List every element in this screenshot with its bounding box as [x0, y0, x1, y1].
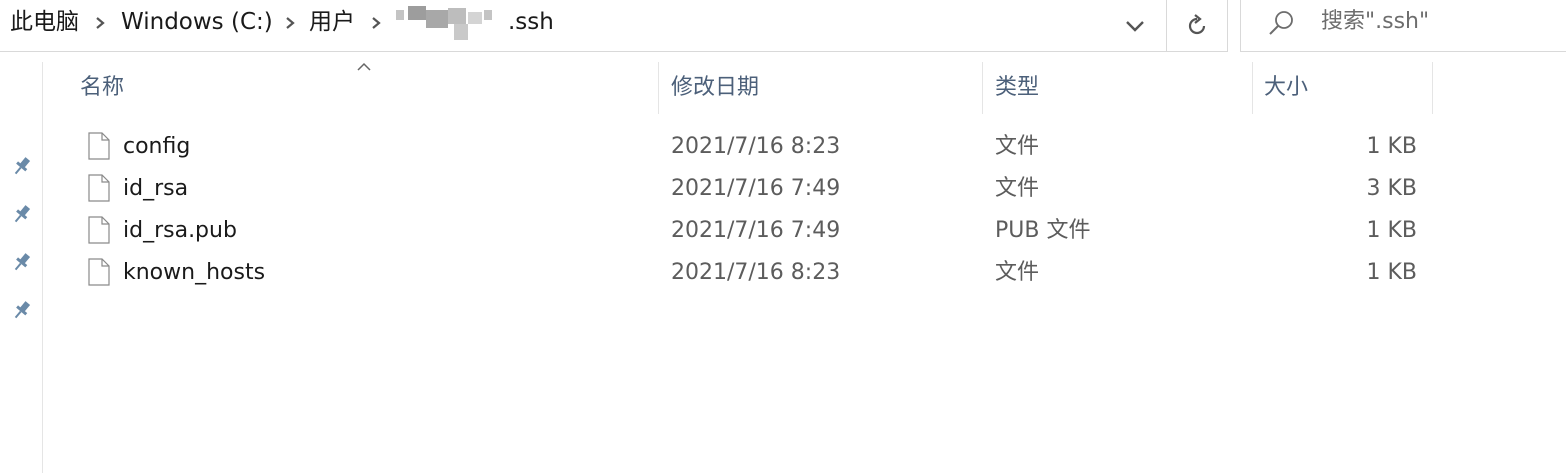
- navigation-pane[interactable]: [0, 62, 43, 473]
- pin-icon[interactable]: [10, 154, 34, 178]
- file-name[interactable]: config: [123, 126, 190, 168]
- file-icon: [88, 132, 110, 160]
- file-type: 文件: [995, 260, 1040, 285]
- file-row[interactable]: config 2021/7/16 8:23 文件 1 KB: [44, 126, 1566, 168]
- file-type: PUB 文件: [995, 218, 1091, 243]
- search-placeholder: 搜索".ssh": [1321, 9, 1430, 34]
- file-icon: [88, 174, 110, 202]
- column-header-name[interactable]: 名称: [80, 62, 124, 114]
- file-date: 2021/7/16 8:23: [671, 134, 841, 159]
- file-name[interactable]: id_rsa.pub: [123, 210, 237, 252]
- file-date: 2021/7/16 7:49: [671, 176, 841, 201]
- file-date: 2021/7/16 7:49: [671, 218, 841, 243]
- column-divider[interactable]: [982, 62, 983, 114]
- column-divider[interactable]: [1432, 62, 1433, 114]
- column-divider[interactable]: [1252, 62, 1253, 114]
- file-type: 文件: [995, 176, 1040, 201]
- column-header-type[interactable]: 类型: [995, 62, 1039, 114]
- file-name[interactable]: known_hosts: [123, 252, 265, 294]
- breadcrumb-ssh[interactable]: .ssh: [508, 6, 554, 38]
- redacted-username[interactable]: [396, 6, 500, 40]
- refresh-button[interactable]: [1166, 0, 1228, 52]
- file-type: 文件: [995, 134, 1040, 159]
- address-bar[interactable]: 此电脑 Windows (C:) 用户 .ssh: [0, 0, 1166, 52]
- pin-icon[interactable]: [10, 250, 34, 274]
- file-icon: [88, 216, 110, 244]
- file-size: 1 KB: [1366, 260, 1417, 285]
- address-dropdown-button[interactable]: [1106, 0, 1164, 52]
- search-box[interactable]: 搜索".ssh": [1240, 0, 1566, 52]
- file-name[interactable]: id_rsa: [123, 168, 188, 210]
- toolbar: 此电脑 Windows (C:) 用户 .ssh 搜索".ssh": [0, 0, 1566, 52]
- column-header-date[interactable]: 修改日期: [671, 62, 759, 114]
- sort-ascending-icon: [357, 62, 371, 71]
- file-size: 1 KB: [1366, 134, 1417, 159]
- file-row[interactable]: id_rsa.pub 2021/7/16 7:49 PUB 文件 1 KB: [44, 210, 1566, 252]
- pin-icon[interactable]: [10, 298, 34, 322]
- refresh-icon: [1188, 13, 1206, 34]
- file-row[interactable]: id_rsa 2021/7/16 7:49 文件 3 KB: [44, 168, 1566, 210]
- chevron-down-icon: [1126, 21, 1144, 32]
- chevron-right-icon[interactable]: [282, 13, 298, 33]
- column-header-row: 名称 修改日期 类型 大小: [44, 62, 1566, 114]
- breadcrumb-this-pc[interactable]: 此电脑: [10, 6, 79, 38]
- file-icon: [88, 258, 110, 286]
- file-size: 1 KB: [1366, 218, 1417, 243]
- file-row[interactable]: known_hosts 2021/7/16 8:23 文件 1 KB: [44, 252, 1566, 294]
- breadcrumb-users[interactable]: 用户: [309, 6, 355, 38]
- breadcrumb-drive-c[interactable]: Windows (C:): [121, 6, 273, 38]
- column-divider[interactable]: [658, 62, 659, 114]
- file-date: 2021/7/16 8:23: [671, 260, 841, 285]
- search-icon: [1269, 11, 1293, 35]
- chevron-right-icon[interactable]: [368, 13, 384, 33]
- pin-icon[interactable]: [10, 202, 34, 226]
- file-size: 3 KB: [1366, 176, 1417, 201]
- chevron-right-icon[interactable]: [92, 13, 108, 33]
- column-header-size[interactable]: 大小: [1264, 62, 1308, 114]
